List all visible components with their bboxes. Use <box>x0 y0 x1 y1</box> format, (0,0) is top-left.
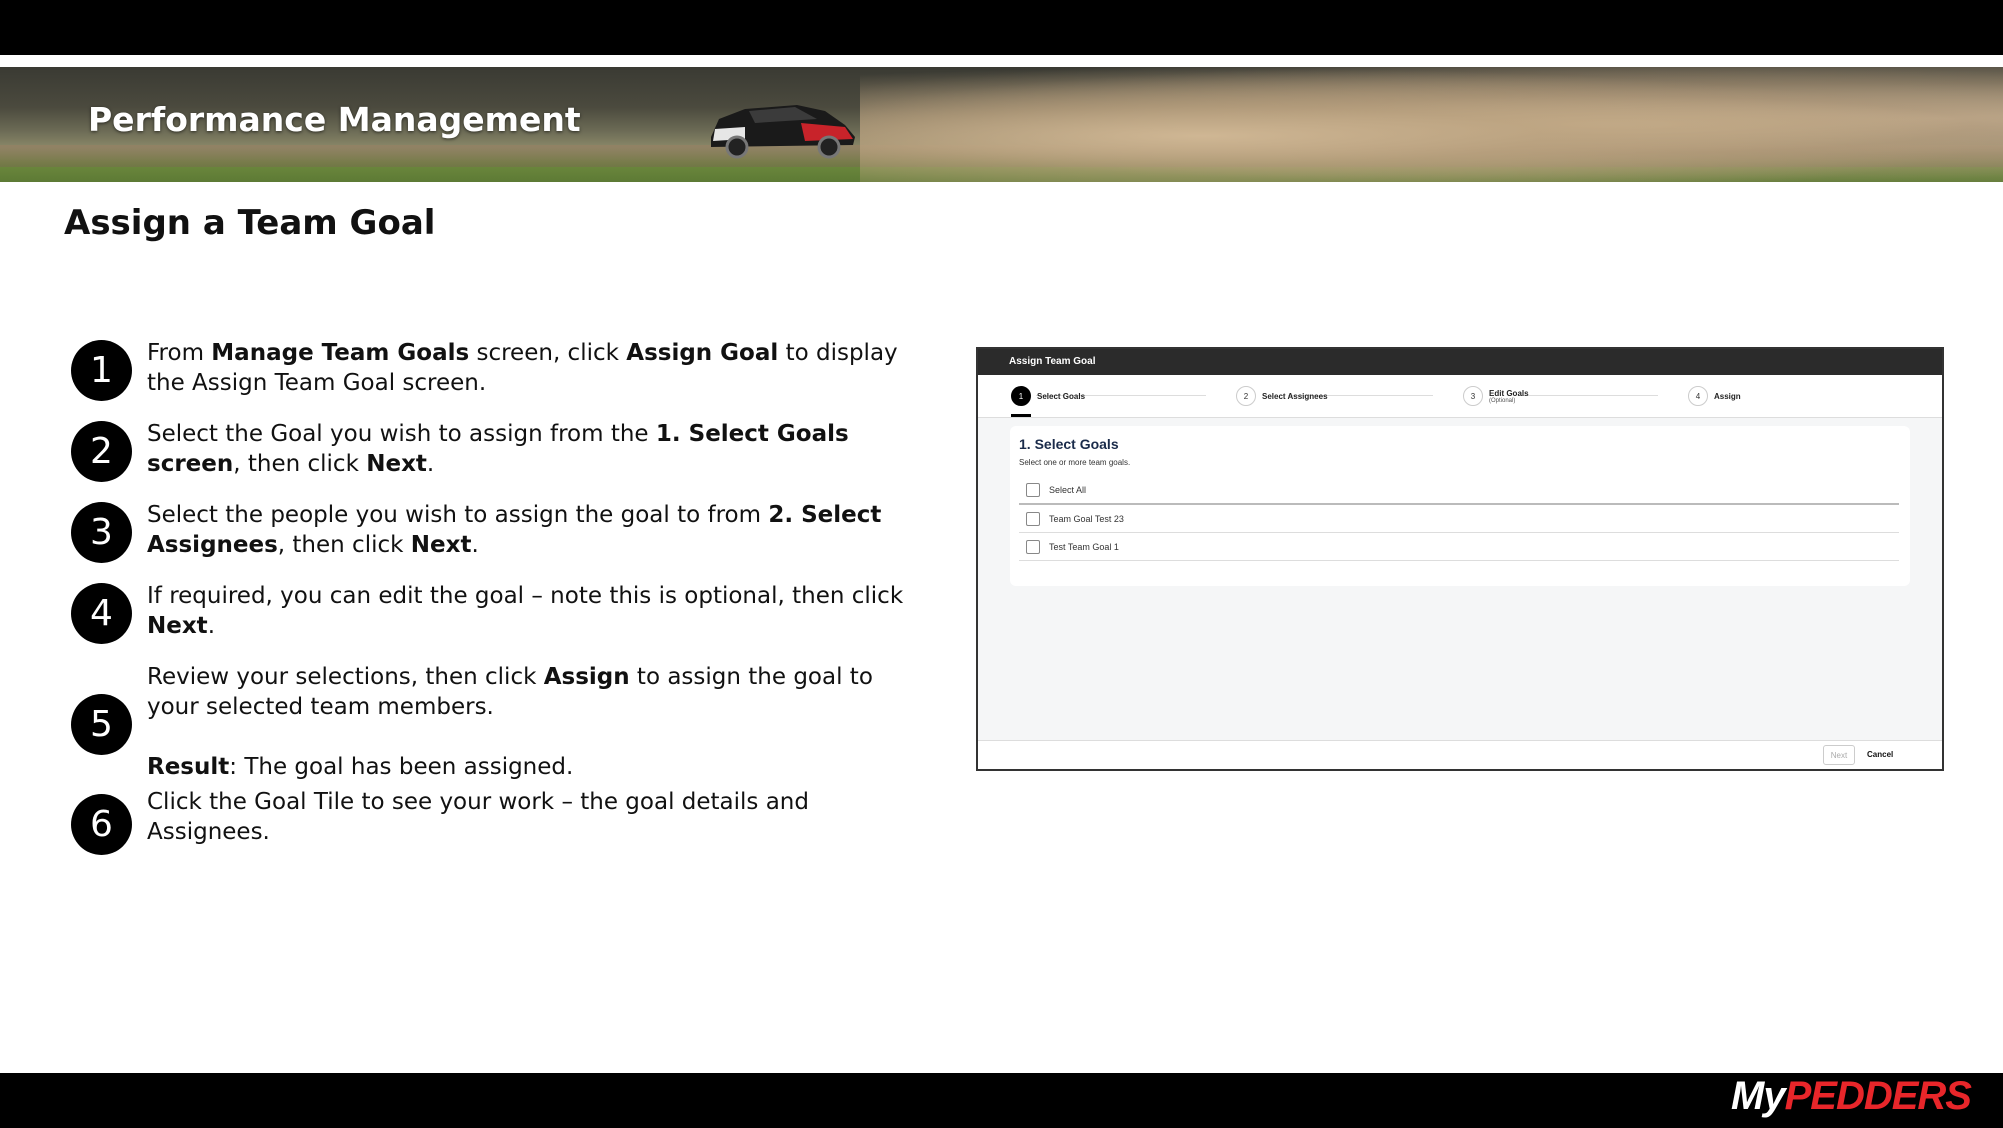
wizard-step-label: Edit Goals <box>1489 388 1529 398</box>
wizard-step-sublabel: (Optional) <box>1489 397 1516 404</box>
step-text-bold: Next <box>366 451 427 477</box>
wizard-step-number: 4 <box>1688 386 1708 406</box>
cancel-button[interactable]: Cancel <box>1867 745 1893 763</box>
step-5: 5 <box>71 694 132 755</box>
select-all-checkbox[interactable] <box>1026 482 1040 497</box>
wizard-step-label-wrap: Edit Goals (Optional) <box>1489 389 1529 404</box>
top-bar <box>0 0 2003 55</box>
select-goals-card: 1. Select Goals Select one or more team … <box>1010 426 1910 586</box>
select-all-row[interactable]: Select All <box>1019 476 1899 505</box>
wizard-step-select-assignees[interactable]: 2 Select Assignees <box>1236 386 1328 406</box>
wizard-line <box>1518 395 1658 396</box>
wizard-step-edit-goals[interactable]: 3 Edit Goals (Optional) <box>1463 386 1529 406</box>
app-footer: Next Cancel <box>978 740 1942 769</box>
step-text-segment: screen, click <box>469 340 627 366</box>
step-number-badge: 1 <box>71 340 132 401</box>
goal-checkbox[interactable] <box>1026 539 1040 554</box>
goal-row[interactable]: Team Goal Test 23 <box>1019 505 1899 533</box>
step-3: 3 <box>71 502 132 563</box>
banner-dust <box>860 67 2003 182</box>
step-text-segment: Select the Goal you wish to assign from … <box>147 421 656 447</box>
pedders-logo: MyPEDDERS <box>1731 1074 1972 1119</box>
wizard-step-assign[interactable]: 4 Assign <box>1688 386 1741 406</box>
step-text-segment: Select the people you wish to assign the… <box>147 502 769 528</box>
page-title: Assign a Team Goal <box>64 203 436 243</box>
step-text-bold: Next <box>410 532 472 558</box>
app-screenshot: Assign Team Goal 1 Select Goals 2 Select… <box>976 347 1944 771</box>
goal-row[interactable]: Test Team Goal 1 <box>1019 533 1899 561</box>
step-result: Result: The goal has been assigned. <box>147 752 907 782</box>
bottom-bar <box>0 1073 2003 1128</box>
logo-brand: PEDDERS <box>1784 1074 1972 1118</box>
logo-my: My <box>1731 1074 1786 1118</box>
card-title: 1. Select Goals <box>1019 436 1119 452</box>
step-text-bold: Assign Goal <box>626 340 779 366</box>
step-text-bold: Assign <box>543 664 630 690</box>
result-label: Result <box>147 754 230 780</box>
step-1: 1 <box>71 340 132 401</box>
step-text: From Manage Team Goals screen, click Ass… <box>147 338 907 398</box>
step-text-segment: . <box>426 451 435 477</box>
step-text-segment: . <box>207 613 215 639</box>
card-subtitle: Select one or more team goals. <box>1019 458 1131 467</box>
goal-label: Test Team Goal 1 <box>1049 541 1119 552</box>
step-number-badge: 4 <box>71 583 132 644</box>
step-text-segment: If required, you can edit the goal – not… <box>147 583 904 609</box>
goal-checkbox[interactable] <box>1026 511 1040 526</box>
step-6: 6 <box>71 794 132 855</box>
wizard-step-number: 1 <box>1011 386 1031 406</box>
active-step-underline <box>1011 414 1031 417</box>
step-text: If required, you can edit the goal – not… <box>147 581 907 641</box>
step-number-badge: 6 <box>71 794 132 855</box>
step-text-segment: , then click <box>233 451 367 477</box>
wizard-step-number: 3 <box>1463 386 1483 406</box>
step-text-segment: Review your selections, then click <box>147 664 544 690</box>
banner-title: Performance Management <box>88 100 581 139</box>
wizard-step-label: Select Assignees <box>1262 391 1328 401</box>
rally-car-image <box>711 105 855 159</box>
step-2: 2 <box>71 421 132 482</box>
step-number-badge: 5 <box>71 694 132 755</box>
wizard-step-select-goals[interactable]: 1 Select Goals <box>1011 386 1085 406</box>
goal-label: Team Goal Test 23 <box>1049 513 1124 524</box>
step-text: Select the people you wish to assign the… <box>147 500 907 560</box>
wizard-step-label: Select Goals <box>1037 391 1086 401</box>
step-text: Click the Goal Tile to see your work – t… <box>147 787 907 847</box>
step-number-badge: 2 <box>71 421 132 482</box>
step-text-bold: Manage Team Goals <box>211 340 470 366</box>
step-4: 4 <box>71 583 132 644</box>
result-text: : The goal has been assigned. <box>229 754 574 780</box>
step-text-segment: , then click <box>277 532 411 558</box>
app-header-title: Assign Team Goal <box>978 349 1942 375</box>
step-text: Select the Goal you wish to assign from … <box>147 419 907 479</box>
step-text-bold: Next <box>147 613 208 639</box>
wizard-steps: 1 Select Goals 2 Select Assignees 3 Edit… <box>978 375 1942 418</box>
step-text: Review your selections, then click Assig… <box>147 662 907 782</box>
wizard-step-label: Assign <box>1714 391 1741 401</box>
next-button[interactable]: Next <box>1823 745 1855 765</box>
step-text-segment: . <box>471 532 479 558</box>
step-number-badge: 3 <box>71 502 132 563</box>
select-all-label: Select All <box>1049 484 1087 495</box>
step-text-segment: Click the Goal Tile to see your work – t… <box>147 789 809 845</box>
step-text-segment: From <box>147 340 212 366</box>
wizard-step-number: 2 <box>1236 386 1256 406</box>
